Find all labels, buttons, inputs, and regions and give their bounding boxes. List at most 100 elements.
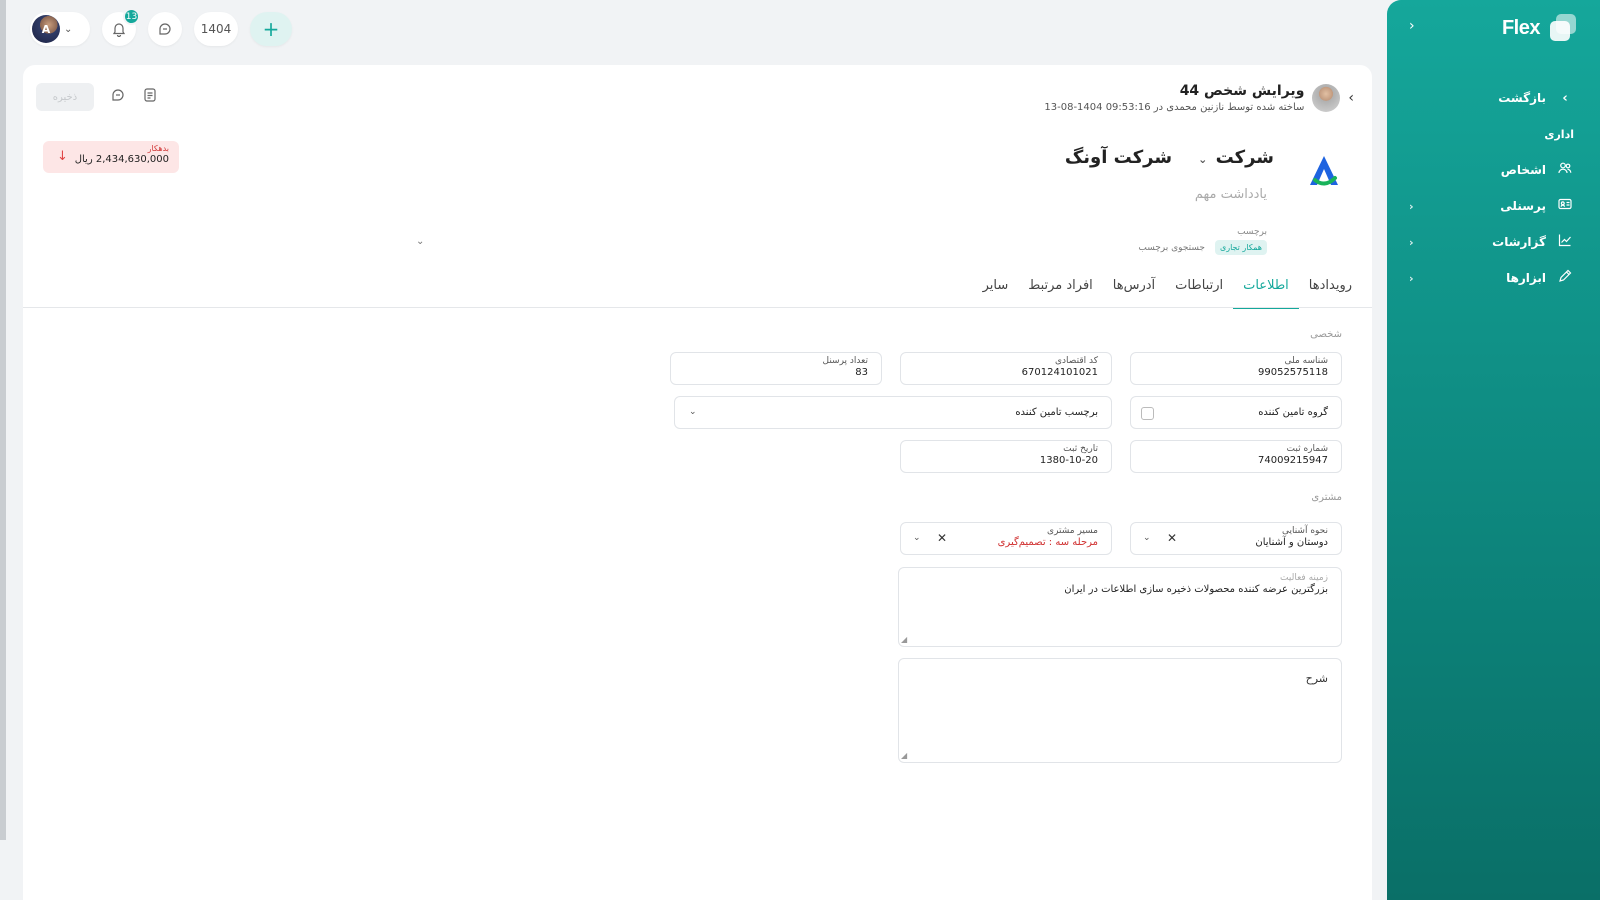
chevron-left-icon: ‹ <box>1409 235 1414 249</box>
activity-textarea[interactable]: زمینه فعالیت بزرگترین عرضه کننده محصولات… <box>898 567 1342 647</box>
tag-selector[interactable]: همکار تجاری جستجوی برچسب <box>1138 240 1267 255</box>
field-label: برچسب تامین کننده <box>1015 407 1098 418</box>
add-button[interactable]: + <box>250 12 292 46</box>
registration-date-field[interactable]: تاریخ ثبت 1380-10-20 <box>900 440 1112 473</box>
balance-card: بدهکار 2,434,630,000 ریال ↓ <box>43 141 179 173</box>
chevron-down-icon[interactable]: ⌄ <box>1143 533 1151 543</box>
field-value: بزرگترین عرضه کننده محصولات ذخیره سازی ا… <box>1064 584 1328 595</box>
field-value: 1380-10-20 <box>1039 455 1098 466</box>
sidebar-header: Flex ‹ <box>1387 0 1600 58</box>
tab-addresses[interactable]: آدرس‌ها <box>1103 271 1165 309</box>
tab-info[interactable]: اطلاعات <box>1233 271 1299 309</box>
section-title-personal: شخصی <box>1310 329 1342 340</box>
tab-communications[interactable]: ارتباطات <box>1165 271 1233 309</box>
notifications-button[interactable]: 13 <box>102 8 140 46</box>
resize-handle-icon[interactable]: ◢ <box>901 635 907 644</box>
checkbox[interactable] <box>1141 407 1154 420</box>
tag-search-input[interactable]: جستجوی برچسب <box>1138 243 1205 253</box>
supplier-group-checkbox[interactable]: گروه تامین کننده <box>1130 396 1342 429</box>
sidebar-item-label: پرسنلی <box>1500 199 1546 213</box>
field-label: شماره ثبت <box>1286 444 1328 454</box>
field-label: گروه تامین کننده <box>1258 407 1328 418</box>
field-label: تاریخ ثبت <box>1063 444 1098 454</box>
entity-type-select[interactable]: شرکت ⌄ <box>1198 147 1274 168</box>
acquaintance-select[interactable]: نحوه آشنایی دوستان و آشنایان ✕ ⌄ <box>1130 522 1342 555</box>
save-button[interactable]: ذخیره <box>36 83 94 111</box>
user-menu[interactable]: A ⌄ <box>30 12 90 46</box>
field-placeholder: شرح <box>1305 672 1328 685</box>
sidebar-item-label: اشخاص <box>1500 163 1546 177</box>
customer-path-select[interactable]: مسیر مشتری مرحله سه : تصمیم‌گیری ✕ ⌄ <box>900 522 1112 555</box>
field-label: زمینه فعالیت <box>1280 573 1328 583</box>
chat-icon[interactable] <box>110 87 126 107</box>
person-avatar <box>1312 84 1341 112</box>
page-title: ویرایش شخص 44 <box>1179 83 1305 99</box>
tabs-divider <box>23 307 1372 308</box>
sidebar-item-label: گزارشات <box>1492 235 1546 249</box>
important-note-input[interactable]: یادداشت مهم <box>1195 187 1267 202</box>
field-label: شناسه ملی <box>1284 356 1328 366</box>
pencil-icon <box>1556 269 1574 287</box>
chevron-left-icon: ‹ <box>1409 271 1414 285</box>
fiscal-year-button[interactable]: 1404 <box>194 12 238 46</box>
staff-count-field[interactable]: تعداد پرسنل 83 <box>670 352 882 385</box>
top-bar: A ⌄ 13 1404 + <box>30 8 292 46</box>
sidebar: Flex ‹ › بازگشت اداری اشخاص پرسنلی ‹ گزا… <box>1387 0 1600 900</box>
field-value: 74009215947 <box>1258 455 1328 466</box>
back-chevron-icon[interactable]: › <box>1348 90 1354 106</box>
page-subtitle: ساخته شده توسط نازنین محمدی در 09:53:16 … <box>1044 102 1305 113</box>
national-id-field[interactable]: شناسه ملی 99052575118 <box>1130 352 1342 385</box>
section-title-customer: مشتری <box>1311 492 1342 503</box>
registration-number-field[interactable]: شماره ثبت 74009215947 <box>1130 440 1342 473</box>
company-heading: شرکت ⌄ شرکت آونگ <box>1065 147 1274 168</box>
field-label: تعداد پرسنل <box>822 356 868 366</box>
company-logo <box>1306 153 1342 189</box>
supplier-tag-select[interactable]: برچسب تامین کننده ⌄ <box>674 396 1112 429</box>
flex-logo-icon <box>1548 14 1576 42</box>
app-logo-text: Flex <box>1501 16 1541 39</box>
sidebar-item-personnel[interactable]: پرسنلی ‹ <box>1387 188 1600 224</box>
bell-icon <box>112 23 126 37</box>
header-actions: ذخیره <box>36 83 158 111</box>
sidebar-back-label: بازگشت <box>1498 91 1546 105</box>
chevron-down-icon[interactable]: ⌄ <box>416 236 424 247</box>
tab-events[interactable]: رویدادها <box>1299 271 1362 309</box>
economic-code-field[interactable]: کد اقتصادی 670124101021 <box>900 352 1112 385</box>
resize-handle-icon[interactable]: ◢ <box>901 751 907 760</box>
sidebar-item-label: ابزارها <box>1506 271 1546 285</box>
chevron-left-icon: ‹ <box>1409 199 1414 213</box>
sidebar-item-persons[interactable]: اشخاص <box>1387 152 1600 188</box>
document-icon[interactable] <box>142 87 158 107</box>
chat-button[interactable] <box>148 12 182 46</box>
chevron-right-icon: › <box>1562 90 1568 106</box>
sidebar-back[interactable]: › بازگشت <box>1387 80 1600 116</box>
tab-related-people[interactable]: افراد مرتبط <box>1018 271 1103 309</box>
app-logo[interactable]: Flex <box>1502 14 1576 42</box>
company-name[interactable]: شرکت آونگ <box>1065 147 1172 168</box>
field-value: 83 <box>855 367 868 378</box>
sidebar-item-reports[interactable]: گزارشات ‹ <box>1387 224 1600 260</box>
tag-chip[interactable]: همکار تجاری <box>1214 240 1267 255</box>
chevron-down-icon[interactable]: ⌄ <box>913 533 921 543</box>
avatar: A <box>32 15 60 43</box>
entity-type-value: شرکت <box>1215 147 1274 168</box>
tab-other[interactable]: سایر <box>973 271 1019 309</box>
sidebar-collapse-button[interactable]: ‹ <box>1409 18 1415 34</box>
notification-count-badge: 13 <box>123 8 140 25</box>
id-card-icon <box>1556 197 1574 215</box>
tag-label: برچسب <box>1237 227 1267 237</box>
chevron-down-icon: ⌄ <box>1198 153 1208 166</box>
clear-icon[interactable]: ✕ <box>937 531 947 545</box>
chat-icon <box>159 23 171 35</box>
page-header: › ویرایش شخص 44 ساخته شده توسط نازنین مح… <box>1044 83 1354 113</box>
field-label: کد اقتصادی <box>1055 356 1098 366</box>
arrow-down-icon: ↓ <box>57 149 68 164</box>
clear-icon[interactable]: ✕ <box>1167 531 1177 545</box>
main-card: › ویرایش شخص 44 ساخته شده توسط نازنین مح… <box>23 65 1372 900</box>
sidebar-item-tools[interactable]: ابزارها ‹ <box>1387 260 1600 296</box>
chart-line-icon <box>1556 233 1574 251</box>
description-textarea[interactable]: شرح ◢ <box>898 658 1342 763</box>
page-scrollbar[interactable] <box>0 0 6 840</box>
chevron-down-icon: ⌄ <box>689 407 697 417</box>
field-value: 99052575118 <box>1258 367 1328 378</box>
